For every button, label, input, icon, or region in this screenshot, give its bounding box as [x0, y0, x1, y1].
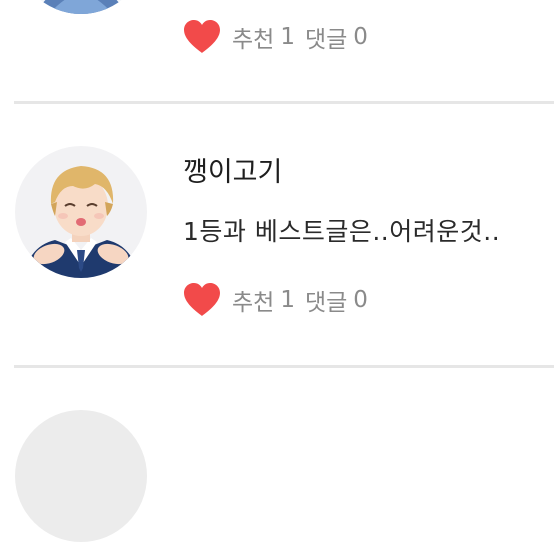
post-text[interactable]: 1등과 베스트글은..어려운것.. — [183, 212, 500, 248]
comment-count: 0 — [353, 287, 368, 313]
heart-icon[interactable] — [182, 19, 222, 55]
recommend-label: 추천 — [232, 27, 275, 53]
comment-count: 0 — [353, 24, 368, 50]
author-name[interactable]: 깽이고기 — [183, 150, 282, 189]
avatar[interactable] — [15, 410, 147, 542]
divider — [14, 101, 554, 104]
comment-label: 댓글 — [304, 290, 348, 316]
avatar[interactable] — [15, 0, 147, 14]
recommend-count: 1 — [280, 287, 295, 313]
avatar[interactable] — [15, 146, 147, 278]
comment-feed: 추천 1 댓글 0 깽이고기 1등과 베스트글은..어려운것.. 추천 1 댓글… — [0, 0, 554, 542]
heart-icon[interactable] — [182, 282, 222, 318]
recommend-count: 1 — [280, 24, 295, 50]
post-stats: 추천 1 댓글 0 — [182, 280, 368, 320]
divider — [14, 365, 554, 368]
post-stats: 추천 1 댓글 0 — [182, 17, 368, 57]
recommend-label: 추천 — [232, 290, 275, 316]
comment-label: 댓글 — [304, 27, 348, 53]
